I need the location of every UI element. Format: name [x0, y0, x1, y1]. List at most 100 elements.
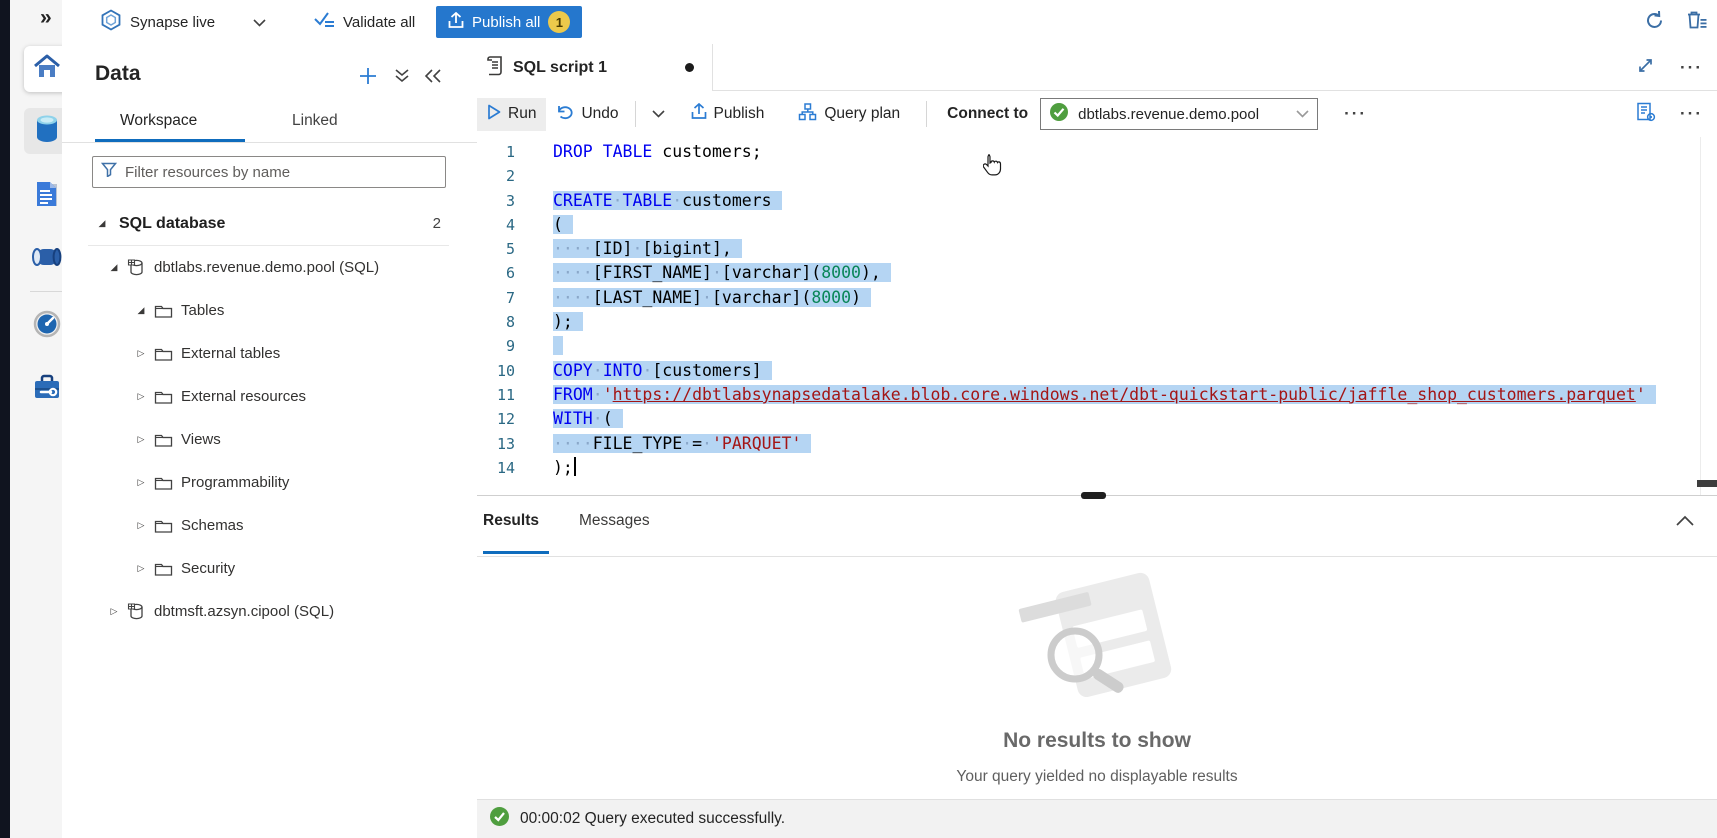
- chevron-down-icon[interactable]: [253, 14, 266, 31]
- add-resource-button[interactable]: [358, 66, 378, 91]
- tree-item-label: Schemas: [181, 517, 244, 534]
- collapse-all-icon[interactable]: [394, 68, 410, 89]
- code-line[interactable]: 1DROP TABLE customers;: [477, 140, 1656, 164]
- line-number: 5: [477, 237, 515, 261]
- tree-item[interactable]: ▷External resources: [62, 375, 477, 418]
- collapsed-triangle-icon[interactable]: ▷: [134, 391, 148, 402]
- selected-pool: dbtlabs.revenue.demo.pool: [1078, 106, 1259, 123]
- refresh-button[interactable]: [1644, 0, 1665, 44]
- sql-pool-icon: [127, 602, 146, 621]
- query-status-bar: 00:00:02 Query executed successfully.: [477, 799, 1717, 838]
- code-line[interactable]: 8);: [477, 310, 1656, 334]
- tree-item-label: Views: [181, 431, 221, 448]
- top-command-bar: Synapse live Validate all Publish all 1: [62, 0, 1717, 45]
- tab-messages[interactable]: Messages: [579, 512, 650, 530]
- panel-title: Data: [95, 62, 141, 86]
- undo-icon: [556, 104, 574, 125]
- query-plan-button[interactable]: Query plan: [788, 97, 910, 132]
- run-label: Run: [508, 105, 536, 123]
- tree-item-label: dbtlabs.revenue.demo.pool (SQL): [154, 259, 379, 276]
- code-line[interactable]: 14);: [477, 456, 1656, 480]
- editor-more-actions-icon[interactable]: ···: [1680, 104, 1703, 124]
- tree-item[interactable]: ▷Security: [62, 547, 477, 590]
- pool-select-dropdown[interactable]: dbtlabs.revenue.demo.pool: [1040, 98, 1318, 130]
- filter-funnel-icon: [101, 162, 117, 182]
- connect-to-label: Connect to: [947, 105, 1028, 123]
- code-line[interactable]: 2: [477, 164, 1656, 188]
- code-line[interactable]: 4(: [477, 213, 1656, 237]
- collapsed-triangle-icon[interactable]: ▷: [134, 563, 148, 574]
- collapsed-triangle-icon[interactable]: ▷: [134, 477, 148, 488]
- tree-item[interactable]: ▷ Schemas: [62, 504, 477, 547]
- filter-input[interactable]: Filter resources by name: [92, 156, 446, 188]
- publish-button[interactable]: Publish: [681, 97, 775, 131]
- mode-selector[interactable]: Synapse live: [100, 0, 266, 44]
- expanded-triangle-icon[interactable]: ◢: [107, 262, 121, 273]
- play-icon: [487, 104, 501, 125]
- tree-root-sql-database[interactable]: ◢SQL database2: [62, 202, 477, 245]
- pipeline-icon: [32, 246, 62, 273]
- unsaved-indicator-dot: [685, 63, 694, 72]
- active-tab-underline: [95, 139, 245, 142]
- tree-item[interactable]: ▷ Views: [62, 418, 477, 461]
- undo-button[interactable]: Undo: [546, 98, 628, 131]
- line-number: 7: [477, 286, 515, 310]
- collapsed-triangle-icon[interactable]: ▷: [134, 520, 148, 531]
- code-line[interactable]: 11FROM·'https://dbtlabsynapsedatalake.bl…: [477, 383, 1656, 407]
- tree-item[interactable]: ◢ dbtlabs.revenue.demo.pool (SQL): [62, 246, 477, 289]
- tab-title: SQL script 1: [513, 59, 607, 77]
- code-line[interactable]: 7····[LAST_NAME]·[varchar](8000): [477, 286, 1656, 310]
- code-line[interactable]: 12WITH·(: [477, 407, 1656, 431]
- tab-results[interactable]: Results: [483, 512, 539, 530]
- collapse-panel-icon[interactable]: [424, 68, 442, 89]
- code-line[interactable]: 3CREATE·TABLE·customers: [477, 189, 1656, 213]
- expand-editor-icon[interactable]: [1637, 57, 1654, 79]
- trash-icon: [1686, 10, 1707, 35]
- expanded-triangle-icon[interactable]: ◢: [95, 218, 109, 229]
- toolbar-more-actions-icon[interactable]: ···: [1344, 104, 1367, 124]
- discard-all-button[interactable]: [1686, 0, 1707, 44]
- code-line[interactable]: 5····[ID]·[bigint],: [477, 237, 1656, 261]
- script-properties-icon[interactable]: [1636, 102, 1656, 127]
- line-number: 3: [477, 189, 515, 213]
- code-line[interactable]: 10COPY·INTO·[customers]: [477, 359, 1656, 383]
- code-line[interactable]: 6····[FIRST_NAME]·[varchar](8000),: [477, 261, 1656, 285]
- tab-more-actions-icon[interactable]: ···: [1680, 58, 1703, 78]
- code-line[interactable]: 13····FILE_TYPE·=·'PARQUET': [477, 432, 1656, 456]
- text-caret: [574, 457, 577, 476]
- validate-all-button[interactable]: Validate all: [314, 0, 415, 44]
- sql-script-tab[interactable]: SQL script 1: [477, 44, 713, 91]
- collapsed-triangle-icon[interactable]: ▷: [134, 434, 148, 445]
- tab-linked[interactable]: Linked: [292, 112, 338, 130]
- run-options-chevron[interactable]: [642, 104, 675, 124]
- query-plan-icon: [798, 103, 817, 126]
- tree-item[interactable]: ▷Programmability: [62, 461, 477, 504]
- tab-workspace[interactable]: Workspace: [120, 112, 197, 130]
- window-edge: [0, 0, 10, 838]
- validate-check-icon: [314, 11, 335, 34]
- pane-resize-handle[interactable]: [1081, 492, 1106, 499]
- scrollbar-marker[interactable]: [1697, 480, 1717, 487]
- toolbar-divider: [635, 101, 636, 127]
- run-button[interactable]: Run: [477, 98, 546, 131]
- expanded-triangle-icon[interactable]: ◢: [134, 305, 148, 316]
- line-number: 2: [477, 164, 515, 188]
- folder-icon: [154, 518, 173, 534]
- sql-code-editor[interactable]: 1DROP TABLE customers;23CREATE·TABLE·cus…: [477, 137, 1717, 495]
- tree-item[interactable]: ▷dbtmsft.azsyn.cipool (SQL): [62, 590, 477, 633]
- left-nav-rail: »: [10, 0, 62, 838]
- database-icon: [34, 114, 60, 149]
- publish-all-label: Publish all: [472, 14, 540, 31]
- line-number: 8: [477, 310, 515, 334]
- publish-all-button[interactable]: Publish all 1: [436, 6, 582, 38]
- collapsed-triangle-icon[interactable]: ▷: [134, 348, 148, 359]
- line-number: 9: [477, 334, 515, 358]
- no-results-illustration: [1013, 563, 1183, 718]
- code-line[interactable]: 9: [477, 334, 1656, 358]
- collapse-results-icon[interactable]: [1675, 514, 1695, 532]
- line-number: 6: [477, 261, 515, 285]
- publish-count-badge: 1: [548, 11, 570, 33]
- tree-item[interactable]: ◢Tables: [62, 289, 477, 332]
- collapsed-triangle-icon[interactable]: ▷: [107, 606, 121, 617]
- tree-item[interactable]: ▷External tables: [62, 332, 477, 375]
